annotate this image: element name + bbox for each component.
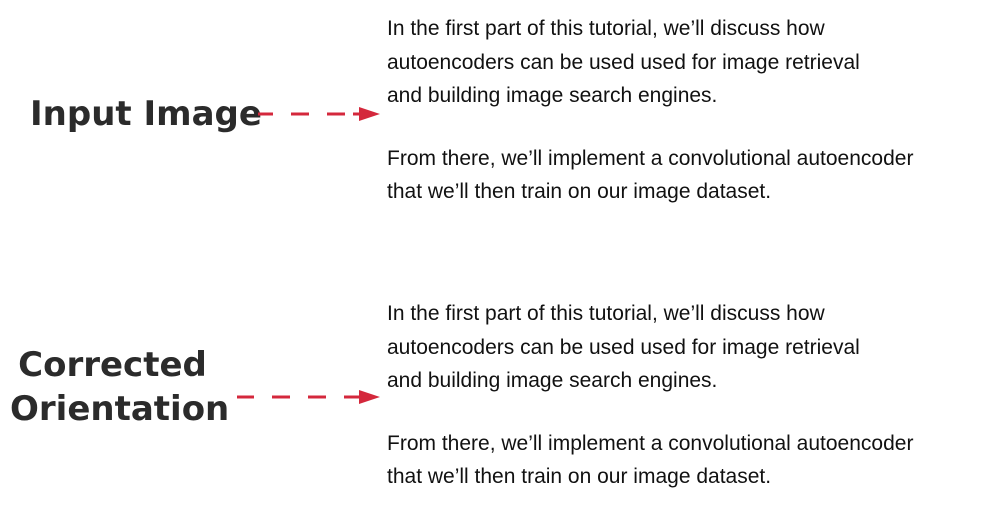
input-image-label-text: Input Image	[30, 94, 262, 134]
input-doc-line: that we’ll then train on our image datas…	[387, 180, 772, 203]
input-doc-line: autoencoders can be used used for image …	[387, 50, 860, 74]
input-document-text: In the first part of this tutorial, we’l…	[387, 12, 997, 209]
corrected-arrow	[237, 390, 380, 404]
corrected-document-text: In the first part of this tutorial, we’l…	[387, 297, 997, 494]
input-arrow-head	[359, 107, 380, 121]
input-arrow	[258, 107, 380, 121]
corrected-doc-line: that we’ll then train on our image datas…	[387, 465, 772, 488]
input-doc-line: and building image search engines.	[387, 84, 718, 107]
input-doc-line: In the first part of this tutorial, we’l…	[387, 17, 825, 40]
input-doc-line: From there, we’ll implement a convolutio…	[387, 146, 914, 170]
corrected-doc-line: autoencoders can be used used for image …	[387, 335, 860, 359]
corrected-label-line: Orientation	[10, 389, 230, 429]
corrected-arrow-head	[359, 390, 380, 404]
corrected-doc-line: From there, we’ll implement a convolutio…	[387, 431, 914, 455]
diagram-canvas: Input Image In the first part of this tu…	[0, 0, 1000, 510]
input-image-label: Input Image	[30, 92, 262, 136]
corrected-doc-line: and building image search engines.	[387, 369, 718, 392]
corrected-doc-line: In the first part of this tutorial, we’l…	[387, 302, 825, 325]
corrected-label-line: Corrected	[18, 345, 207, 385]
corrected-orientation-label: Corrected Orientation	[10, 343, 230, 431]
